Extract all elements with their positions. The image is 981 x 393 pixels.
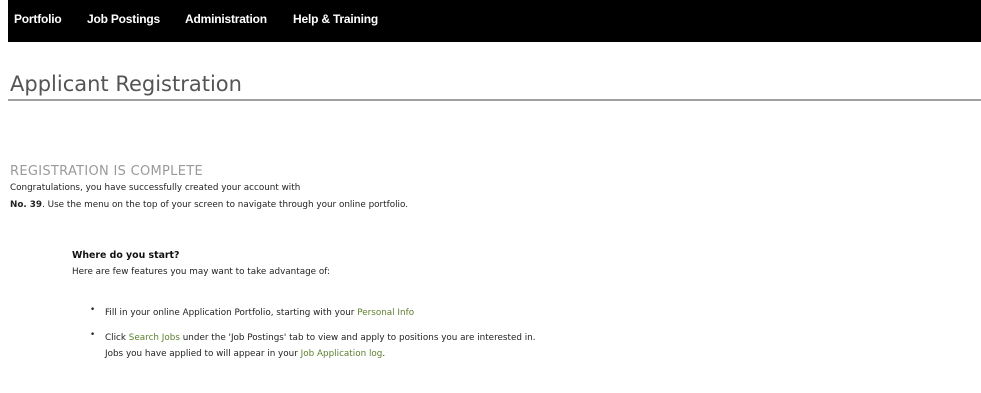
top-navigation-bar: Portfolio Job Postings Administration He… [8, 0, 981, 42]
title-divider [8, 99, 981, 101]
where-to-start-heading: Where do you start? [72, 250, 180, 261]
nav-item-portfolio[interactable]: Portfolio [14, 12, 62, 26]
features-intro-text: Here are few features you may want to ta… [72, 267, 331, 277]
list-item: Fill in your online Application Portfoli… [90, 305, 536, 321]
organization-number: No. 39 [10, 200, 43, 210]
search-jobs-link[interactable]: Search Jobs [129, 333, 180, 343]
page-title: Applicant Registration [10, 72, 242, 96]
registration-status-heading: REGISTRATION IS COMPLETE [10, 164, 203, 179]
nav-item-help-training[interactable]: Help & Training [293, 12, 378, 26]
nav-item-administration[interactable]: Administration [185, 12, 267, 26]
features-list: Fill in your online Application Portfoli… [90, 305, 536, 362]
bullet-text: Fill in your online Application Portfoli… [105, 308, 358, 318]
bullet-text: . [382, 349, 386, 359]
bullet-text: Click [105, 333, 129, 343]
job-application-log-link[interactable]: Job Application log [301, 349, 383, 359]
confirmation-message-line-1: Congratulations, you have successfully c… [10, 183, 301, 193]
page: Portfolio Job Postings Administration He… [8, 0, 981, 393]
bullet-text: Jobs you have applied to will appear in … [105, 349, 301, 359]
list-item: Click Search Jobs under the 'Job Posting… [90, 330, 536, 362]
personal-info-link[interactable]: Personal Info [357, 308, 414, 318]
confirmation-message-line-2: No. 39. Use the menu on the top of your … [10, 200, 408, 210]
navigation-instruction-text: . Use the menu on the top of your screen… [42, 200, 409, 210]
nav-item-job-postings[interactable]: Job Postings [87, 12, 160, 26]
bullet-text: under the 'Job Postings' tab to view and… [179, 333, 536, 343]
